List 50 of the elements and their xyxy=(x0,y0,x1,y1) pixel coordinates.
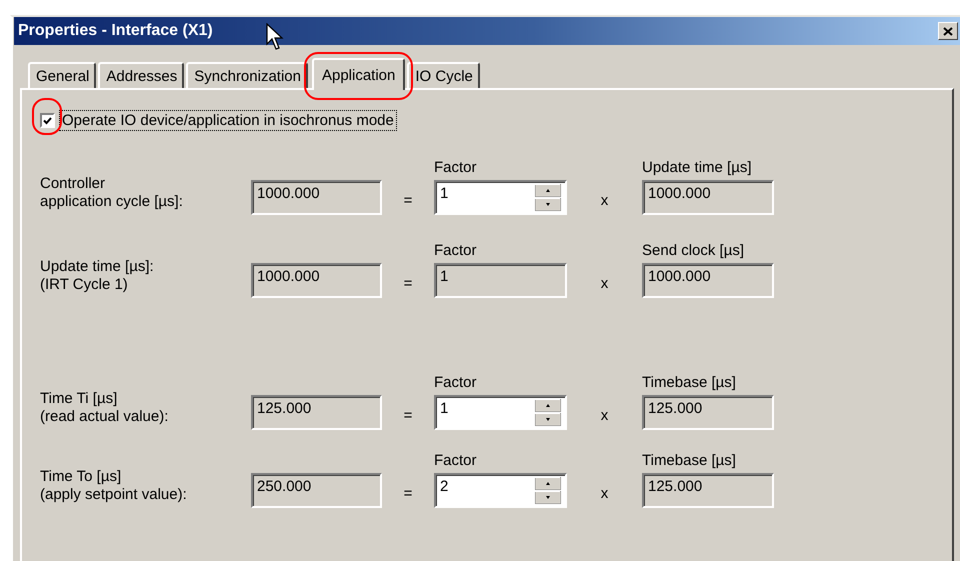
readonly-field: 1000.000 xyxy=(251,180,382,215)
times-sign: x xyxy=(600,192,610,211)
equals-sign: = xyxy=(402,275,414,294)
window-title: Properties - Interface (X1) xyxy=(17,22,213,40)
times-sign: x xyxy=(600,407,610,426)
readonly-field: 1 xyxy=(434,263,567,298)
times-sign: x xyxy=(600,485,610,504)
field-label: Update time [µs] xyxy=(642,159,753,177)
field-label: Timebase [µs] xyxy=(642,452,737,470)
check-icon xyxy=(43,116,52,124)
field-label: Factor xyxy=(434,452,478,470)
tab[interactable]: Application xyxy=(312,58,406,90)
spin-up-icon[interactable] xyxy=(535,399,561,412)
readonly-field: 1000.000 xyxy=(251,263,382,298)
spin-up-icon[interactable] xyxy=(535,184,561,197)
times-sign: x xyxy=(600,275,610,294)
field-label: Time To [µs] (apply setpoint value): xyxy=(40,468,188,505)
field-label: Factor xyxy=(434,242,478,260)
equals-sign: = xyxy=(402,407,414,426)
equals-sign: = xyxy=(402,192,414,211)
spin-field[interactable]: 2 xyxy=(434,473,567,508)
readonly-field: 125.000 xyxy=(642,395,774,430)
field-label: Factor xyxy=(434,374,478,392)
close-button[interactable] xyxy=(938,22,958,40)
tab[interactable]: Addresses xyxy=(98,62,184,90)
tab[interactable]: IO Cycle xyxy=(407,62,480,90)
field-label: Time Ti [µs] (read actual value): xyxy=(40,390,170,427)
checkbox[interactable] xyxy=(40,113,55,128)
readonly-field: 1000.000 xyxy=(642,180,774,215)
mouse-cursor-icon xyxy=(266,23,284,51)
tab[interactable]: General xyxy=(28,62,96,90)
field-label: Update time [µs]: (IRT Cycle 1) xyxy=(40,258,155,295)
field-label: Controller application cycle [µs]: xyxy=(40,175,184,212)
readonly-field: 125.000 xyxy=(251,395,382,430)
spin-down-icon[interactable] xyxy=(535,491,561,504)
field-label: Timebase [µs] xyxy=(642,374,737,392)
equals-sign: = xyxy=(402,485,414,504)
spin-down-icon[interactable] xyxy=(535,198,561,211)
checkbox-label[interactable]: Operate IO device/application in isochronus mode xyxy=(59,110,397,131)
field-label: Send clock [µs] xyxy=(642,242,746,260)
readonly-field: 1000.000 xyxy=(642,263,774,298)
spin-up-icon[interactable] xyxy=(535,477,561,490)
spin-down-icon[interactable] xyxy=(535,413,561,426)
close-icon xyxy=(943,26,953,36)
spin-field[interactable]: 1 xyxy=(434,180,567,215)
spin-field[interactable]: 1 xyxy=(434,395,567,430)
field-label: Factor xyxy=(434,159,478,177)
tab[interactable]: Synchronization xyxy=(186,62,308,90)
readonly-field: 125.000 xyxy=(642,473,774,508)
readonly-field: 250.000 xyxy=(251,473,382,508)
